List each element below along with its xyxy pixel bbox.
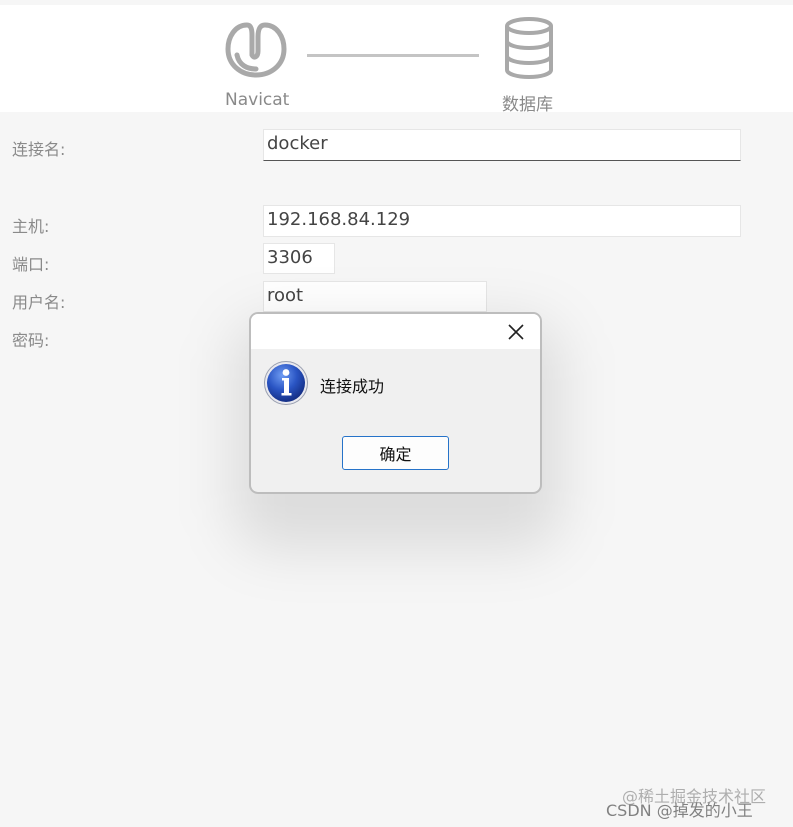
database-icon <box>505 17 553 80</box>
port-input[interactable]: 3306 <box>263 243 335 274</box>
password-label: 密码: <box>12 331 50 350</box>
csdn-watermark: CSDN @掉发的小王 <box>606 801 753 820</box>
username-input[interactable]: root <box>263 281 487 312</box>
flow-connector-line <box>307 54 479 57</box>
username-label: 用户名: <box>12 293 66 312</box>
ok-button[interactable]: 确定 <box>342 436 449 470</box>
navicat-logo-icon <box>225 22 287 78</box>
dialog-titlebar <box>251 314 540 349</box>
connection-name-label: 连接名: <box>12 140 66 159</box>
dialog-message: 连接成功 <box>320 377 385 396</box>
host-label: 主机: <box>12 217 50 236</box>
connection-name-input[interactable]: docker <box>263 129 741 161</box>
close-icon[interactable] <box>506 322 526 342</box>
info-icon <box>264 361 308 405</box>
database-label: 数据库 <box>502 95 553 115</box>
port-label: 端口: <box>12 255 50 274</box>
navicat-label: Navicat <box>225 90 290 110</box>
connection-flow-header: Navicat 数据库 <box>0 5 793 115</box>
connection-success-dialog: 连接成功 确定 <box>249 312 542 494</box>
host-input[interactable]: 192.168.84.129 <box>263 205 741 237</box>
